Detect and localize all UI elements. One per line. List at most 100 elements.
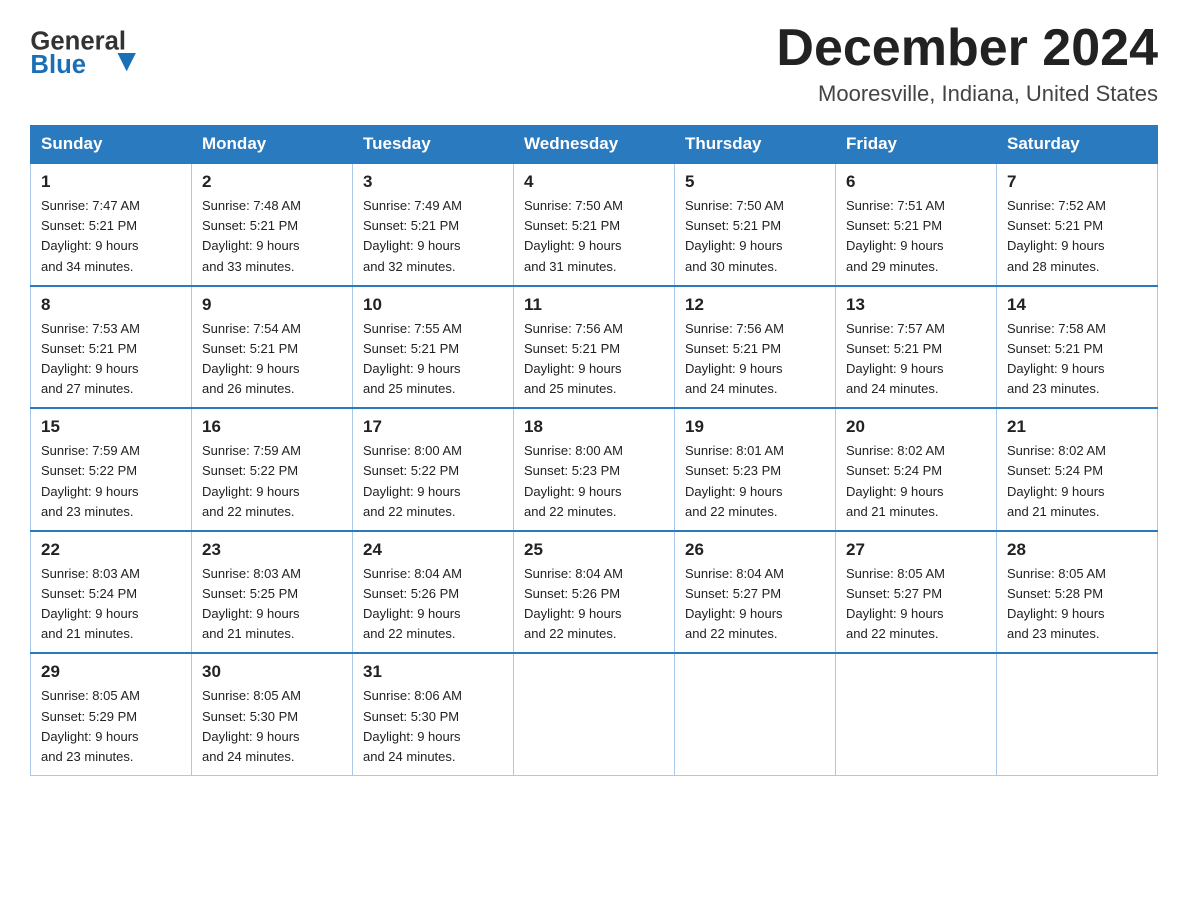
day-number: 30	[202, 662, 342, 682]
calendar-cell: 11 Sunrise: 7:56 AMSunset: 5:21 PMDaylig…	[514, 286, 675, 409]
day-number: 10	[363, 295, 503, 315]
header: General Blue December 2024 Mooresville, …	[30, 20, 1158, 107]
calendar-cell: 14 Sunrise: 7:58 AMSunset: 5:21 PMDaylig…	[997, 286, 1158, 409]
calendar-cell: 1 Sunrise: 7:47 AMSunset: 5:21 PMDayligh…	[31, 163, 192, 286]
logo: General Blue	[30, 20, 150, 80]
day-info: Sunrise: 8:04 AMSunset: 5:26 PMDaylight:…	[363, 564, 503, 645]
calendar-cell	[997, 653, 1158, 775]
calendar-cell: 21 Sunrise: 8:02 AMSunset: 5:24 PMDaylig…	[997, 408, 1158, 531]
calendar-cell: 27 Sunrise: 8:05 AMSunset: 5:27 PMDaylig…	[836, 531, 997, 654]
day-number: 4	[524, 172, 664, 192]
location-title: Mooresville, Indiana, United States	[776, 81, 1158, 107]
calendar-cell: 12 Sunrise: 7:56 AMSunset: 5:21 PMDaylig…	[675, 286, 836, 409]
calendar-cell: 25 Sunrise: 8:04 AMSunset: 5:26 PMDaylig…	[514, 531, 675, 654]
day-number: 25	[524, 540, 664, 560]
day-number: 27	[846, 540, 986, 560]
day-number: 19	[685, 417, 825, 437]
day-info: Sunrise: 7:50 AMSunset: 5:21 PMDaylight:…	[685, 196, 825, 277]
day-info: Sunrise: 8:02 AMSunset: 5:24 PMDaylight:…	[846, 441, 986, 522]
weekday-header-monday: Monday	[192, 126, 353, 164]
weekday-header-tuesday: Tuesday	[353, 126, 514, 164]
day-info: Sunrise: 8:04 AMSunset: 5:26 PMDaylight:…	[524, 564, 664, 645]
day-number: 3	[363, 172, 503, 192]
day-info: Sunrise: 8:00 AMSunset: 5:23 PMDaylight:…	[524, 441, 664, 522]
day-number: 28	[1007, 540, 1147, 560]
calendar-cell: 13 Sunrise: 7:57 AMSunset: 5:21 PMDaylig…	[836, 286, 997, 409]
day-number: 5	[685, 172, 825, 192]
weekday-header-thursday: Thursday	[675, 126, 836, 164]
day-number: 31	[363, 662, 503, 682]
day-info: Sunrise: 8:06 AMSunset: 5:30 PMDaylight:…	[363, 686, 503, 767]
day-number: 23	[202, 540, 342, 560]
calendar-cell: 26 Sunrise: 8:04 AMSunset: 5:27 PMDaylig…	[675, 531, 836, 654]
day-number: 24	[363, 540, 503, 560]
weekday-header-wednesday: Wednesday	[514, 126, 675, 164]
day-number: 7	[1007, 172, 1147, 192]
calendar-cell: 24 Sunrise: 8:04 AMSunset: 5:26 PMDaylig…	[353, 531, 514, 654]
day-number: 16	[202, 417, 342, 437]
day-number: 12	[685, 295, 825, 315]
day-number: 15	[41, 417, 181, 437]
day-number: 20	[846, 417, 986, 437]
week-row-3: 15 Sunrise: 7:59 AMSunset: 5:22 PMDaylig…	[31, 408, 1158, 531]
day-number: 18	[524, 417, 664, 437]
day-info: Sunrise: 8:00 AMSunset: 5:22 PMDaylight:…	[363, 441, 503, 522]
day-number: 29	[41, 662, 181, 682]
day-number: 22	[41, 540, 181, 560]
calendar-cell: 20 Sunrise: 8:02 AMSunset: 5:24 PMDaylig…	[836, 408, 997, 531]
day-number: 6	[846, 172, 986, 192]
calendar-cell: 9 Sunrise: 7:54 AMSunset: 5:21 PMDayligh…	[192, 286, 353, 409]
day-number: 1	[41, 172, 181, 192]
day-info: Sunrise: 7:49 AMSunset: 5:21 PMDaylight:…	[363, 196, 503, 277]
weekday-header-saturday: Saturday	[997, 126, 1158, 164]
day-info: Sunrise: 7:52 AMSunset: 5:21 PMDaylight:…	[1007, 196, 1147, 277]
calendar-cell: 18 Sunrise: 8:00 AMSunset: 5:23 PMDaylig…	[514, 408, 675, 531]
calendar-cell: 15 Sunrise: 7:59 AMSunset: 5:22 PMDaylig…	[31, 408, 192, 531]
day-number: 14	[1007, 295, 1147, 315]
day-info: Sunrise: 7:55 AMSunset: 5:21 PMDaylight:…	[363, 319, 503, 400]
calendar-cell: 10 Sunrise: 7:55 AMSunset: 5:21 PMDaylig…	[353, 286, 514, 409]
day-info: Sunrise: 7:56 AMSunset: 5:21 PMDaylight:…	[524, 319, 664, 400]
day-info: Sunrise: 7:59 AMSunset: 5:22 PMDaylight:…	[202, 441, 342, 522]
calendar-cell: 3 Sunrise: 7:49 AMSunset: 5:21 PMDayligh…	[353, 163, 514, 286]
weekday-header-row: SundayMondayTuesdayWednesdayThursdayFrid…	[31, 126, 1158, 164]
day-info: Sunrise: 7:56 AMSunset: 5:21 PMDaylight:…	[685, 319, 825, 400]
calendar-cell: 17 Sunrise: 8:00 AMSunset: 5:22 PMDaylig…	[353, 408, 514, 531]
day-info: Sunrise: 8:04 AMSunset: 5:27 PMDaylight:…	[685, 564, 825, 645]
calendar-cell: 19 Sunrise: 8:01 AMSunset: 5:23 PMDaylig…	[675, 408, 836, 531]
weekday-header-friday: Friday	[836, 126, 997, 164]
day-number: 9	[202, 295, 342, 315]
calendar-cell	[836, 653, 997, 775]
day-info: Sunrise: 7:51 AMSunset: 5:21 PMDaylight:…	[846, 196, 986, 277]
calendar-table: SundayMondayTuesdayWednesdayThursdayFrid…	[30, 125, 1158, 776]
day-number: 11	[524, 295, 664, 315]
day-info: Sunrise: 7:54 AMSunset: 5:21 PMDaylight:…	[202, 319, 342, 400]
day-info: Sunrise: 7:53 AMSunset: 5:21 PMDaylight:…	[41, 319, 181, 400]
calendar-cell: 5 Sunrise: 7:50 AMSunset: 5:21 PMDayligh…	[675, 163, 836, 286]
week-row-2: 8 Sunrise: 7:53 AMSunset: 5:21 PMDayligh…	[31, 286, 1158, 409]
day-info: Sunrise: 7:57 AMSunset: 5:21 PMDaylight:…	[846, 319, 986, 400]
calendar-cell: 29 Sunrise: 8:05 AMSunset: 5:29 PMDaylig…	[31, 653, 192, 775]
calendar-cell: 7 Sunrise: 7:52 AMSunset: 5:21 PMDayligh…	[997, 163, 1158, 286]
calendar-cell: 23 Sunrise: 8:03 AMSunset: 5:25 PMDaylig…	[192, 531, 353, 654]
logo-svg: General Blue	[30, 20, 150, 75]
day-number: 8	[41, 295, 181, 315]
day-info: Sunrise: 7:47 AMSunset: 5:21 PMDaylight:…	[41, 196, 181, 277]
calendar-cell: 16 Sunrise: 7:59 AMSunset: 5:22 PMDaylig…	[192, 408, 353, 531]
weekday-header-sunday: Sunday	[31, 126, 192, 164]
day-number: 21	[1007, 417, 1147, 437]
calendar-cell	[514, 653, 675, 775]
day-info: Sunrise: 7:48 AMSunset: 5:21 PMDaylight:…	[202, 196, 342, 277]
day-number: 2	[202, 172, 342, 192]
calendar-cell: 4 Sunrise: 7:50 AMSunset: 5:21 PMDayligh…	[514, 163, 675, 286]
calendar-cell: 28 Sunrise: 8:05 AMSunset: 5:28 PMDaylig…	[997, 531, 1158, 654]
week-row-1: 1 Sunrise: 7:47 AMSunset: 5:21 PMDayligh…	[31, 163, 1158, 286]
day-info: Sunrise: 8:05 AMSunset: 5:28 PMDaylight:…	[1007, 564, 1147, 645]
day-number: 13	[846, 295, 986, 315]
week-row-5: 29 Sunrise: 8:05 AMSunset: 5:29 PMDaylig…	[31, 653, 1158, 775]
day-info: Sunrise: 7:59 AMSunset: 5:22 PMDaylight:…	[41, 441, 181, 522]
day-info: Sunrise: 7:58 AMSunset: 5:21 PMDaylight:…	[1007, 319, 1147, 400]
day-info: Sunrise: 8:05 AMSunset: 5:27 PMDaylight:…	[846, 564, 986, 645]
day-info: Sunrise: 8:05 AMSunset: 5:30 PMDaylight:…	[202, 686, 342, 767]
week-row-4: 22 Sunrise: 8:03 AMSunset: 5:24 PMDaylig…	[31, 531, 1158, 654]
